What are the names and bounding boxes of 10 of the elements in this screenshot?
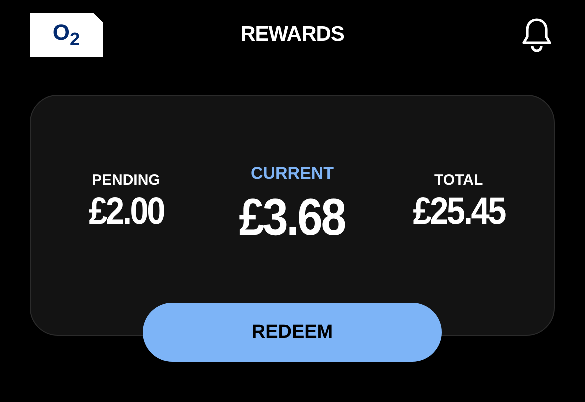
logo: O$_{2}$ [30, 12, 103, 58]
balance-label: CURRENT [250, 164, 334, 184]
balance-amount: £3.68 [240, 188, 346, 248]
page-title: REWARDS [240, 23, 344, 47]
redeem-button[interactable]: REDEEM [143, 303, 442, 362]
balance-amount: £25.45 [412, 190, 505, 234]
bell-icon[interactable] [521, 17, 553, 53]
balance-amount: £2.00 [88, 190, 164, 234]
balance-label: TOTAL [434, 172, 484, 188]
balance-label: PENDING [92, 172, 160, 188]
